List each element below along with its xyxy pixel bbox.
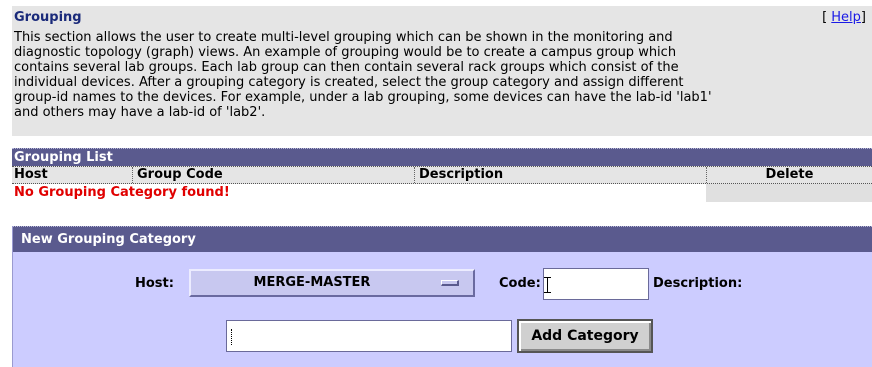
column-header-host: Host <box>14 167 48 182</box>
text-cursor-icon <box>544 277 553 293</box>
help-link-wrapper: [ Help] <box>822 10 866 25</box>
intro-description: This section allows the user to create m… <box>14 30 864 120</box>
empty-message: No Grouping Category found! <box>14 185 230 200</box>
host-select-value: MERGE-MASTER <box>253 275 371 290</box>
code-label: Code: <box>499 276 541 291</box>
host-label: Host: <box>135 276 174 291</box>
intro-line: contains several lab groups. Each lab gr… <box>14 60 679 75</box>
table-row: No Grouping Category found! <box>12 184 872 202</box>
grouping-list-title: Grouping List <box>12 148 872 166</box>
new-category-title: New Grouping Category <box>13 226 872 252</box>
intro-line: diagnostic topology (graph) views. An ex… <box>14 45 677 60</box>
column-header-group-code: Group Code <box>132 167 223 183</box>
delete-cell <box>706 184 872 202</box>
grouping-intro-panel: Grouping [ Help] This section allows the… <box>12 6 872 136</box>
page-title: Grouping <box>14 10 82 25</box>
text-cursor-icon <box>231 329 233 345</box>
table-header-row: Host Group Code Description Delete <box>12 166 872 184</box>
intro-line: This section allows the user to create m… <box>14 30 673 45</box>
help-bracket-close: ] <box>860 10 866 25</box>
column-header-description: Description <box>414 167 503 183</box>
description-label: Description: <box>653 276 743 291</box>
help-bracket-open: [ <box>822 10 828 25</box>
column-header-delete: Delete <box>706 167 872 183</box>
intro-line: individual devices. After a grouping cat… <box>14 75 684 90</box>
help-link[interactable]: Help <box>831 10 861 25</box>
dropdown-indicator-icon <box>441 280 459 286</box>
add-category-button[interactable]: Add Category <box>517 319 653 353</box>
intro-line: and others may have a lab-id of 'lab2'. <box>14 105 266 120</box>
new-grouping-category-panel: New Grouping Category Host: MERGE-MASTER… <box>12 226 872 367</box>
host-select[interactable]: MERGE-MASTER <box>189 269 475 297</box>
grouping-list-table: Grouping List Host Group Code Descriptio… <box>12 148 872 212</box>
description-input[interactable] <box>226 320 512 352</box>
intro-line: group-id names to the devices. For examp… <box>14 90 712 105</box>
code-input[interactable] <box>543 268 649 300</box>
